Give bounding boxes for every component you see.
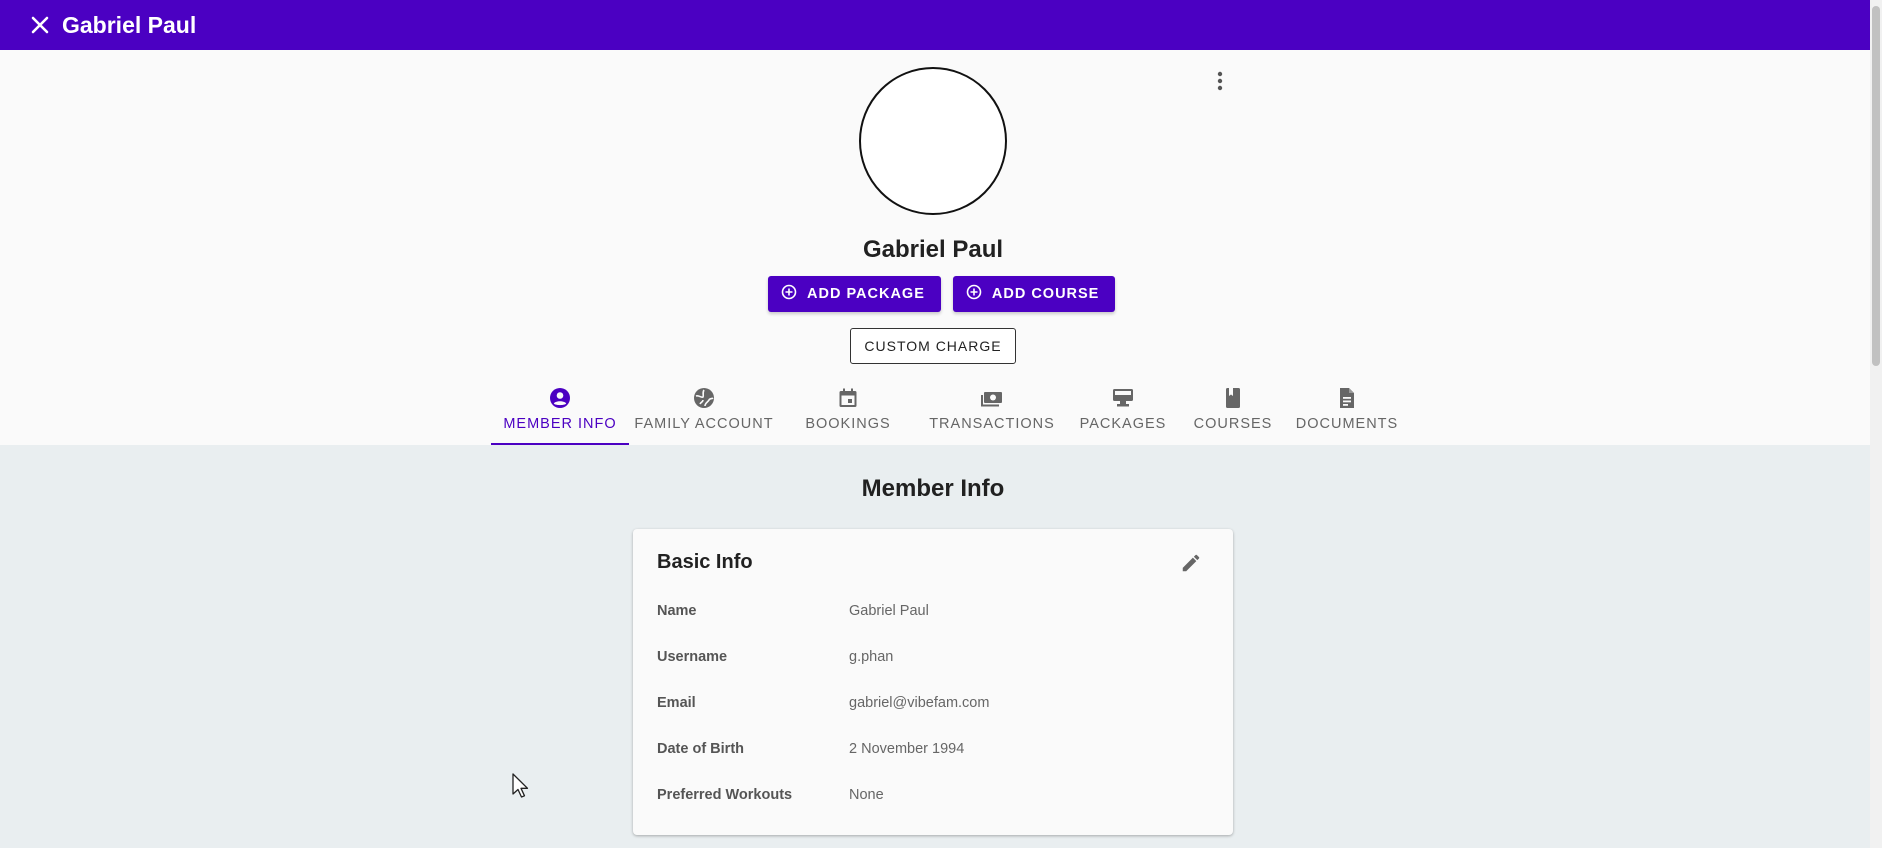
field-label: Preferred Workouts xyxy=(657,787,793,803)
globe-icon xyxy=(694,388,714,408)
add-circle-icon xyxy=(781,284,797,304)
field-username: Username g.phan xyxy=(657,649,1217,669)
field-value: gabriel@vibefam.com xyxy=(849,695,990,711)
profile-header: Gabriel Paul ADD PACKAGE ADD COURSE CUST… xyxy=(0,50,1870,445)
content-area: Member Info Basic Info Name Gabriel Paul… xyxy=(0,445,1870,848)
cash-icon xyxy=(981,392,1002,407)
tab-member-info[interactable]: MEMBER INFO xyxy=(491,378,629,445)
member-name: Gabriel Paul xyxy=(862,236,1004,263)
field-label: Name xyxy=(657,603,697,619)
more-vert-icon[interactable] xyxy=(1208,66,1232,96)
tab-packages[interactable]: PACKAGES xyxy=(1067,378,1179,445)
scrollbar[interactable] xyxy=(1870,0,1882,848)
field-date-of-birth: Date of Birth 2 November 1994 xyxy=(657,741,1217,761)
field-label: Username xyxy=(657,649,728,665)
card-title: Basic Info xyxy=(657,551,753,573)
account-circle-icon xyxy=(550,388,570,408)
package-icon xyxy=(1113,389,1133,407)
edit-icon[interactable] xyxy=(1177,549,1205,577)
basic-info-card: Basic Info Name Gabriel Paul Username g.… xyxy=(633,529,1233,835)
scrollbar-thumb[interactable] xyxy=(1872,6,1880,366)
avatar[interactable] xyxy=(859,67,1007,215)
field-value: None xyxy=(849,787,884,803)
tab-courses[interactable]: COURSES xyxy=(1179,378,1287,445)
section-title: Member Info xyxy=(861,475,1005,502)
document-icon xyxy=(1340,388,1354,408)
tab-transactions[interactable]: TRANSACTIONS xyxy=(917,378,1067,445)
field-email: Email gabriel@vibefam.com xyxy=(657,695,1217,715)
field-label: Email xyxy=(657,695,696,711)
mouse-cursor-icon xyxy=(512,773,529,798)
top-bar: Gabriel Paul xyxy=(0,0,1870,50)
tab-bookings[interactable]: BOOKINGS xyxy=(779,378,917,445)
action-buttons: ADD PACKAGE ADD COURSE xyxy=(768,276,1116,312)
field-value: Gabriel Paul xyxy=(849,603,929,619)
tab-bar: MEMBER INFO FAMILY ACCOUNT BOOKINGS TRAN… xyxy=(491,378,1407,445)
calendar-icon xyxy=(839,388,857,407)
tab-documents[interactable]: DOCUMENTS xyxy=(1287,378,1407,445)
book-icon xyxy=(1226,388,1240,408)
field-preferred-workouts: Preferred Workouts None xyxy=(657,787,1217,807)
add-package-label: ADD PACKAGE xyxy=(807,286,925,302)
add-package-button[interactable]: ADD PACKAGE xyxy=(768,276,941,312)
field-label: Date of Birth xyxy=(657,741,744,757)
tab-family-account[interactable]: FAMILY ACCOUNT xyxy=(629,378,779,445)
close-icon[interactable] xyxy=(28,13,52,37)
add-circle-icon xyxy=(966,284,982,304)
field-value: g.phan xyxy=(849,649,894,665)
add-course-label: ADD COURSE xyxy=(991,286,1100,302)
custom-charge-button[interactable]: CUSTOM CHARGE xyxy=(850,328,1016,364)
field-name: Name Gabriel Paul xyxy=(657,603,1217,623)
field-value: 2 November 1994 xyxy=(849,741,965,757)
page-title: Gabriel Paul xyxy=(62,11,197,38)
add-course-button[interactable]: ADD COURSE xyxy=(952,276,1116,312)
